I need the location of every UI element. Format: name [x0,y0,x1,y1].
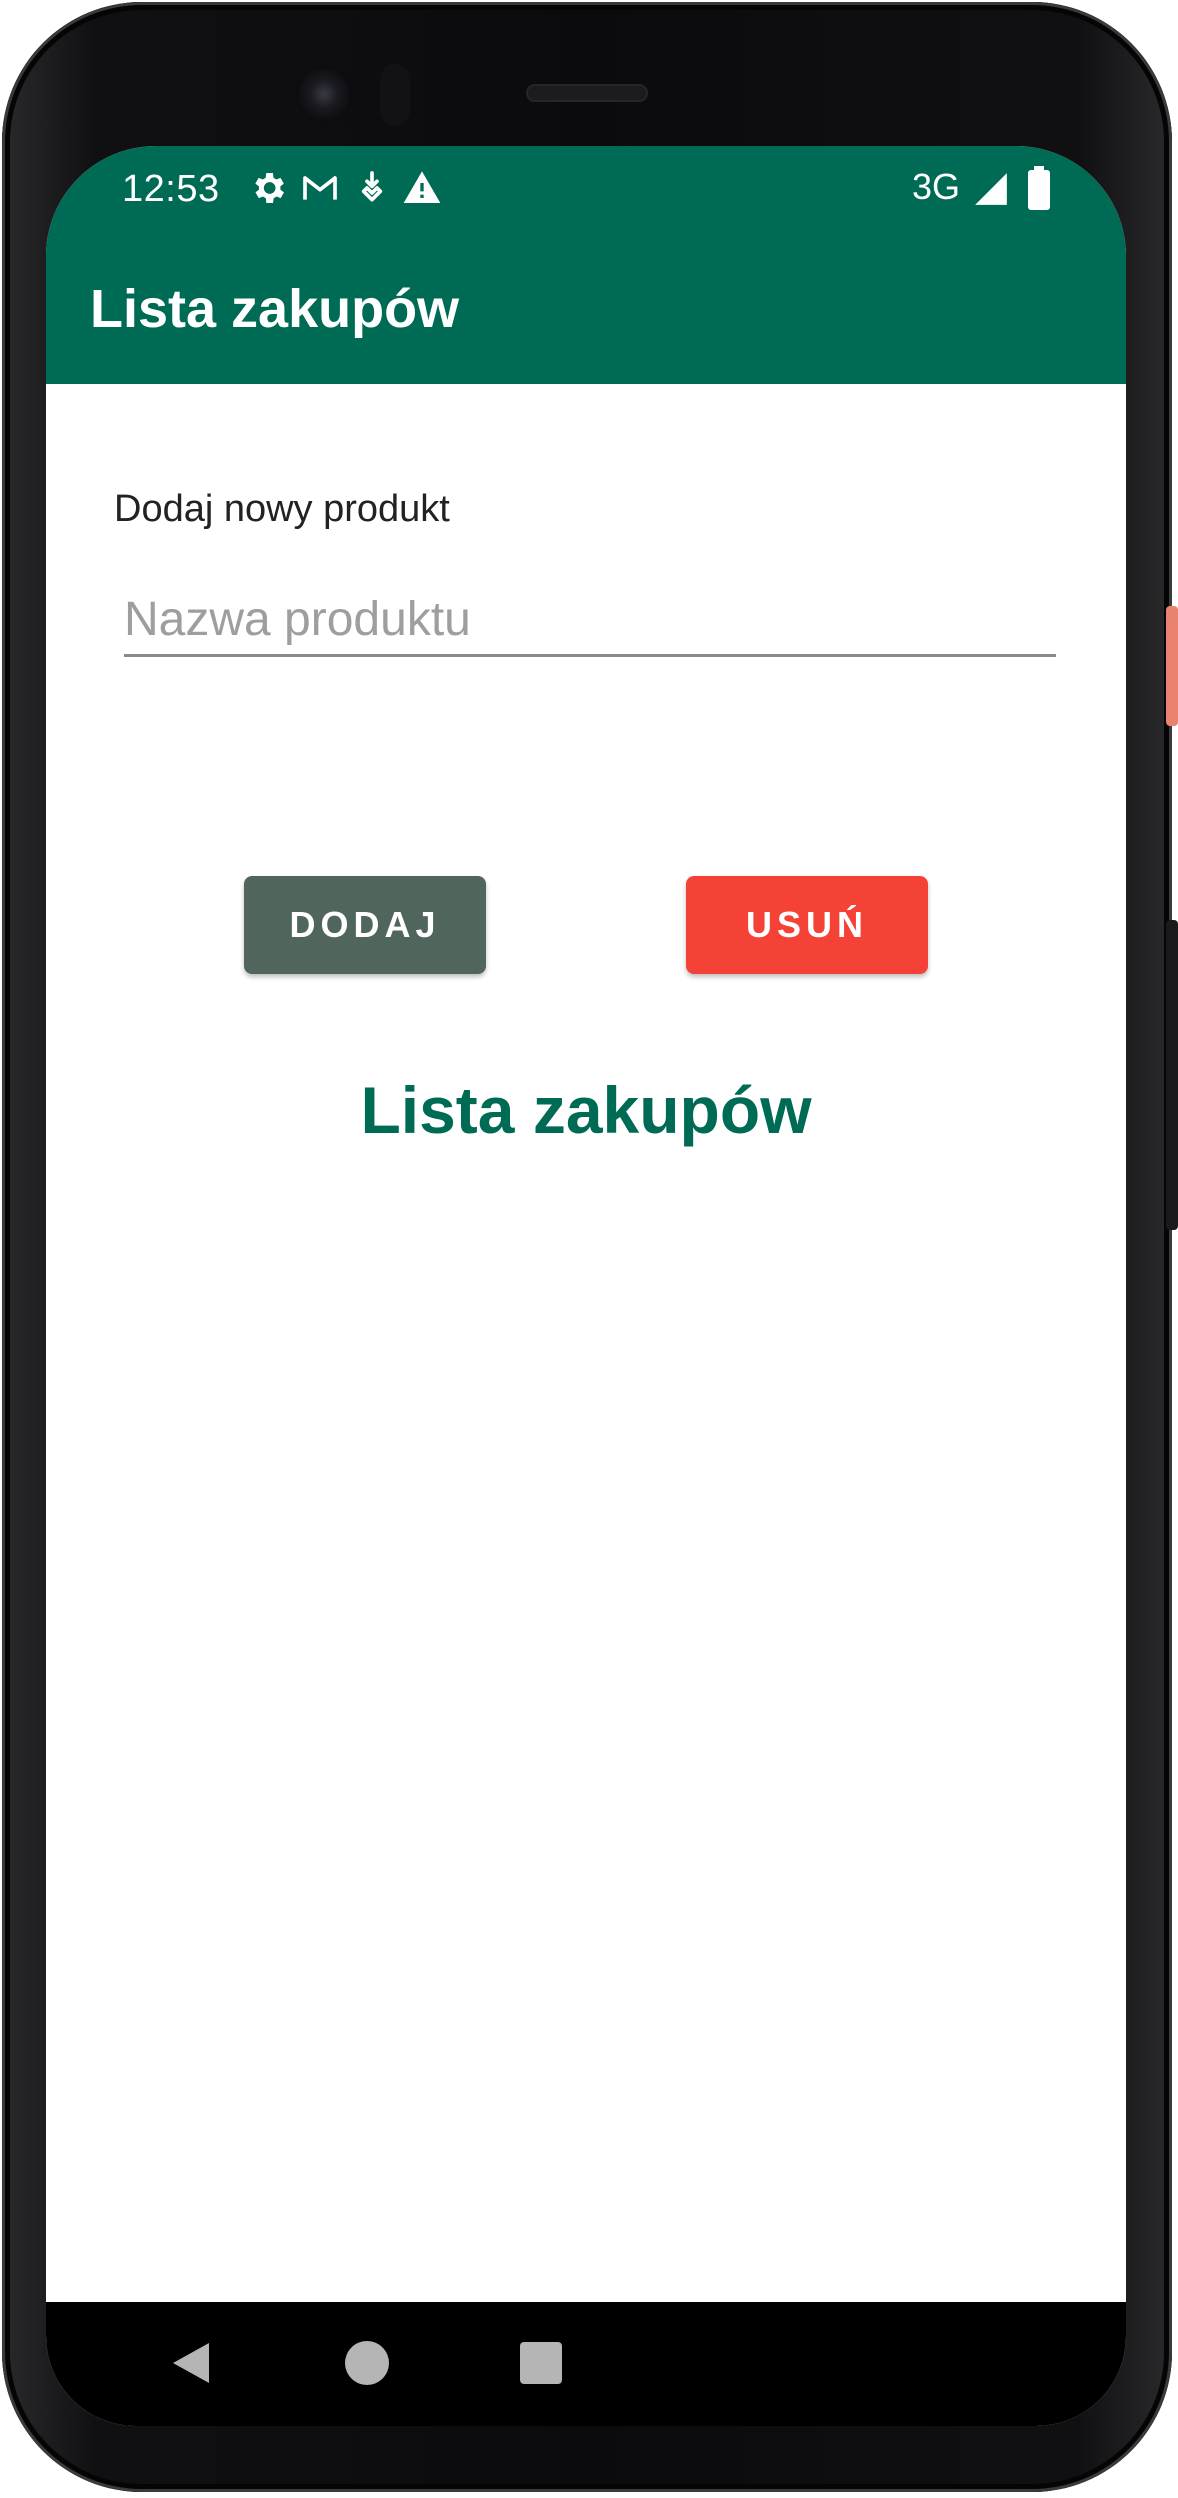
phone-frame: 12:53 3G Lista zakupów Dodaj nowy produk… [0,0,1178,2498]
main-content: Dodaj nowy produkt DODAJ USUŃ Lista zaku… [46,384,1126,2302]
signal-icon [972,170,1012,210]
shopping-list-title: Lista zakupów [360,1073,812,1147]
gear-icon [248,168,288,208]
front-camera [296,66,352,122]
network-type: 3G [912,166,961,207]
battery-icon [1026,166,1066,210]
app-bar: Lista zakupów [46,236,1126,384]
power-button [1166,606,1178,726]
back-button[interactable] [146,2320,236,2410]
home-button[interactable] [322,2320,412,2410]
status-bar: 12:53 3G [46,146,1126,236]
status-time: 12:53 [122,168,220,210]
warning-icon [402,168,442,208]
navigation-bar [46,2302,1126,2426]
add-button[interactable]: DODAJ [244,876,486,974]
add-product-label: Dodaj nowy produkt [114,488,450,530]
recents-icon [520,2341,562,2389]
proximity-sensor [380,64,410,126]
screen: 12:53 3G Lista zakupów Dodaj nowy produk… [46,146,1126,2426]
download-icon [352,168,392,208]
remove-button[interactable]: USUŃ [686,876,928,974]
app-title: Lista zakupów [90,279,460,339]
volume-button [1166,920,1178,1230]
home-icon [345,2340,389,2390]
product-name-input[interactable] [124,584,1056,657]
earpiece-speaker [526,84,648,102]
back-icon [169,2339,213,2392]
recents-button[interactable] [496,2320,586,2410]
gmail-icon [300,168,340,208]
